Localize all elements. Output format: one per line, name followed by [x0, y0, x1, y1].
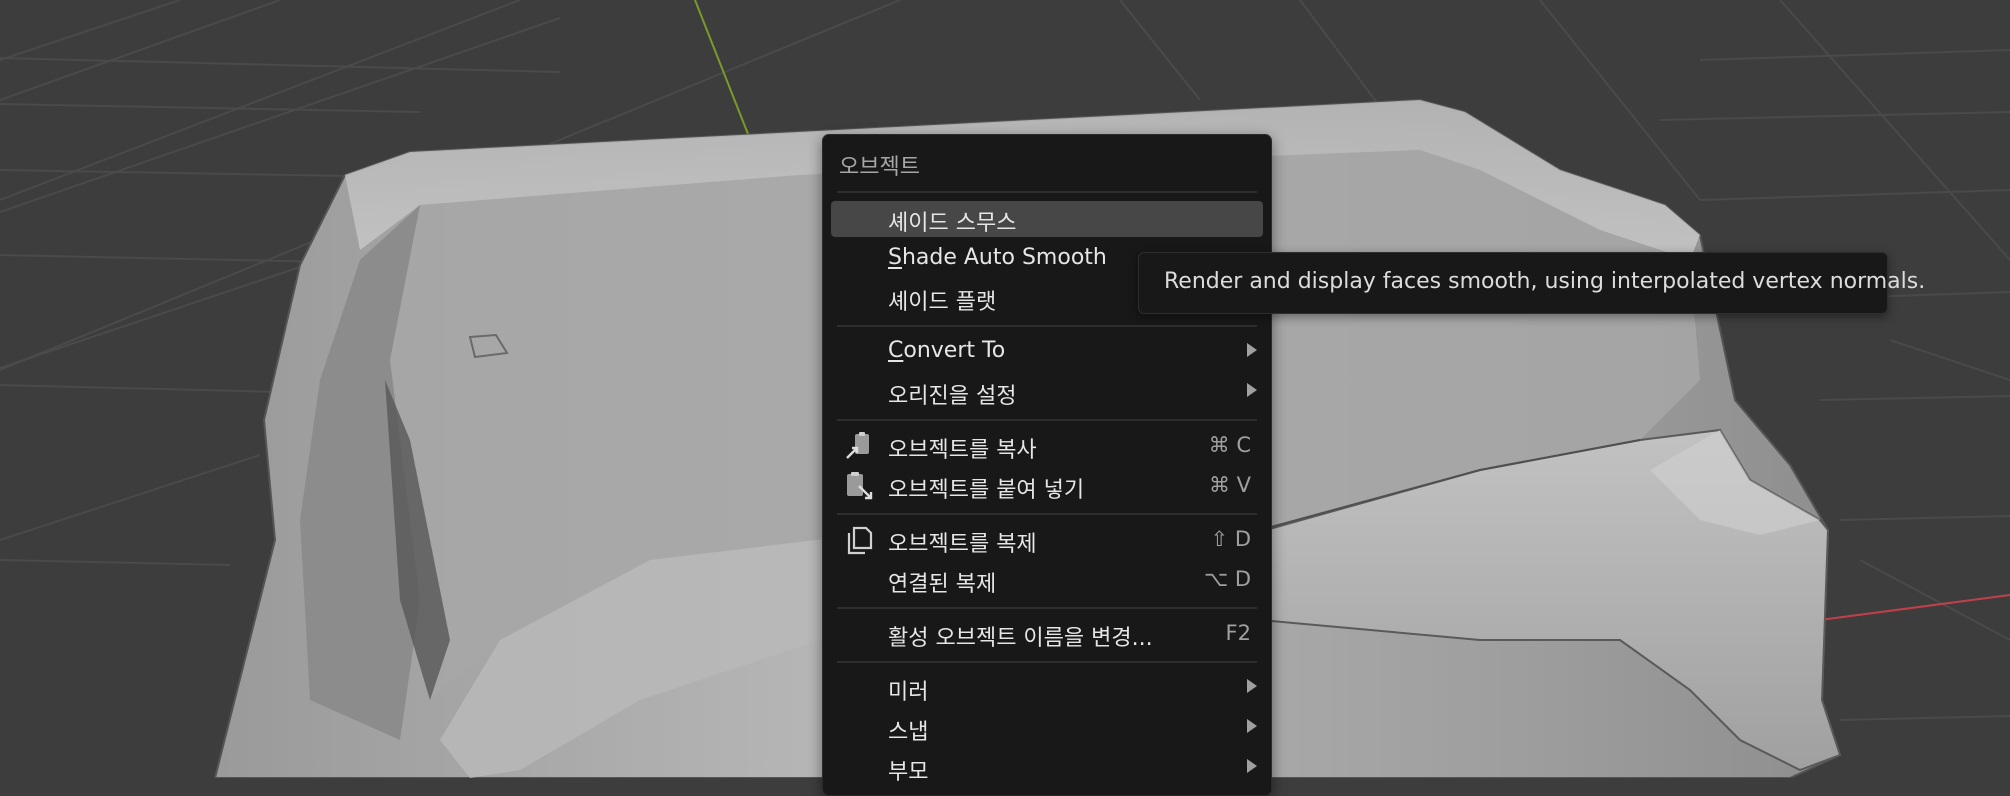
menu-item-paste-objects[interactable]: 오브젝트를 붙여 넣기 ⌘ V [831, 468, 1263, 504]
menu-item-shade-smooth[interactable]: 셰이드 스무스 [831, 201, 1263, 237]
menu-item-shortcut: F2 [1225, 621, 1251, 645]
menu-item-set-origin[interactable]: 오리진을 설정 [831, 374, 1263, 410]
submenu-arrow-icon [1247, 343, 1257, 357]
submenu-arrow-icon [1247, 383, 1257, 397]
duplicate-icon [847, 526, 873, 555]
menu-item-label: 스냅 [888, 720, 929, 745]
menu-item-shortcut: ⇧ D [1210, 527, 1251, 551]
x-axis-line [1819, 594, 2010, 621]
menu-separator [837, 191, 1257, 193]
menu-item-mirror[interactable]: 미러 [831, 670, 1263, 706]
menu-item-label: Shade Auto Smooth [888, 245, 1107, 270]
menu-separator [837, 661, 1257, 663]
menu-item-snap[interactable]: 스냅 [831, 710, 1263, 746]
copy-clipboard-icon [846, 432, 869, 459]
menu-item-label: 부모 [888, 760, 929, 785]
menu-separator [837, 513, 1257, 515]
submenu-arrow-icon [1247, 719, 1257, 733]
menu-item-label: 오리진을 설정 [888, 384, 1017, 409]
menu-item-label: 미러 [888, 680, 929, 705]
submenu-arrow-icon [1247, 759, 1257, 773]
menu-item-label: 연결된 복제 [888, 572, 997, 597]
menu-item-parent[interactable]: 부모 [831, 750, 1263, 786]
object-context-menu: 오브젝트 셰이드 스무스 Shade Auto Smooth 셰이드 플랫 Co… [822, 134, 1272, 796]
menu-item-convert-to[interactable]: Convert To [831, 334, 1263, 370]
menu-item-rename-active[interactable]: 활성 오브젝트 이름을 변경... F2 [831, 616, 1263, 652]
menu-item-label: Convert To [888, 338, 1006, 363]
menu-item-label: 활성 오브젝트 이름을 변경... [888, 626, 1153, 651]
paste-clipboard-icon [847, 472, 873, 500]
y-axis-line [694, 0, 749, 135]
menu-item-label: 오브젝트를 붙여 넣기 [888, 478, 1085, 503]
menu-item-duplicate-linked[interactable]: 연결된 복제 ⌥ D [831, 562, 1263, 598]
tooltip-text: Render and display faces smooth, using i… [1164, 269, 1926, 294]
menu-item-label: 오브젝트를 복제 [888, 532, 1037, 557]
menu-item-label: 셰이드 스무스 [888, 211, 1017, 236]
menu-item-label: 셰이드 플랫 [888, 290, 997, 315]
menu-separator [837, 607, 1257, 609]
menu-item-shortcut: ⌥ D [1203, 567, 1251, 591]
menu-item-shortcut: ⌘ C [1208, 433, 1251, 457]
submenu-arrow-icon [1247, 679, 1257, 693]
tooltip: Render and display faces smooth, using i… [1138, 252, 1925, 314]
menu-title: 오브젝트 [839, 155, 920, 180]
menu-item-shortcut: ⌘ V [1208, 473, 1251, 497]
menu-separator [837, 325, 1257, 327]
menu-item-duplicate-objects[interactable]: 오브젝트를 복제 ⇧ D [831, 522, 1263, 558]
menu-item-label: 오브젝트를 복사 [888, 438, 1037, 463]
menu-item-copy-objects[interactable]: 오브젝트를 복사 ⌘ C [831, 428, 1263, 464]
menu-separator [837, 419, 1257, 421]
